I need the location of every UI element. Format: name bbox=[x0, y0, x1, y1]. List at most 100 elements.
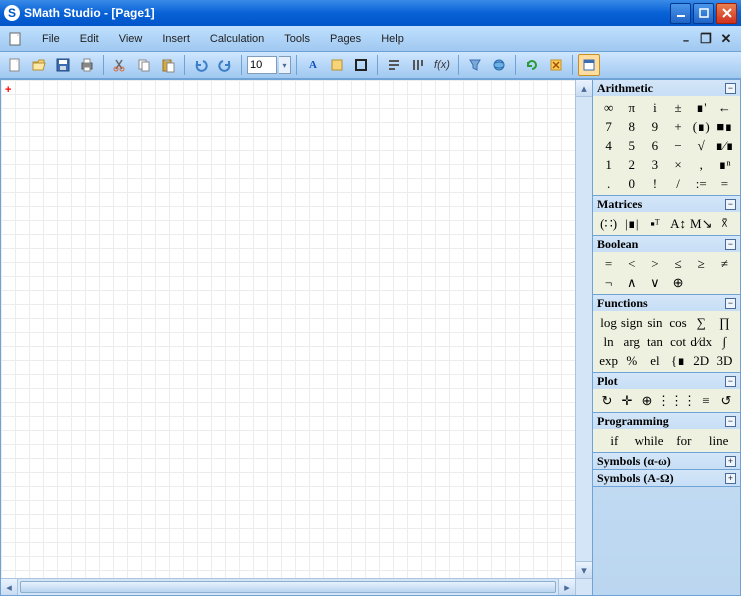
boolean-cell[interactable] bbox=[713, 273, 736, 292]
programming-cell[interactable]: if bbox=[597, 431, 632, 450]
function-button[interactable]: f(x) bbox=[431, 54, 453, 76]
save-button[interactable] bbox=[52, 54, 74, 76]
panel-symbols-lower-toggle[interactable]: + bbox=[725, 456, 736, 467]
paste-button[interactable] bbox=[157, 54, 179, 76]
panel-arithmetic-head[interactable]: Arithmetic − bbox=[593, 80, 740, 96]
cut-button[interactable] bbox=[109, 54, 131, 76]
boolean-cell[interactable]: < bbox=[620, 254, 643, 273]
align-button[interactable] bbox=[383, 54, 405, 76]
functions-cell[interactable]: sin bbox=[643, 313, 666, 332]
programming-cell[interactable]: while bbox=[632, 431, 667, 450]
arithmetic-cell[interactable]: ± bbox=[666, 98, 689, 117]
functions-cell[interactable]: exp bbox=[597, 351, 620, 370]
arithmetic-cell[interactable]: 3 bbox=[643, 155, 666, 174]
panel-symbols-upper-toggle[interactable]: + bbox=[725, 473, 736, 484]
arithmetic-cell[interactable]: ∎' bbox=[690, 98, 713, 117]
boolean-cell[interactable]: ≤ bbox=[666, 254, 689, 273]
panel-arithmetic-toggle[interactable]: − bbox=[725, 83, 736, 94]
boolean-cell[interactable]: ≥ bbox=[690, 254, 713, 273]
panel-matrices-toggle[interactable]: − bbox=[725, 199, 736, 210]
horizontal-scrollbar[interactable]: ◂ ▸ bbox=[1, 578, 575, 595]
panel-programming-head[interactable]: Programming − bbox=[593, 413, 740, 429]
boolean-cell[interactable]: = bbox=[597, 254, 620, 273]
menu-help[interactable]: Help bbox=[371, 30, 414, 48]
arithmetic-cell[interactable]: 0 bbox=[620, 174, 643, 193]
plot-cell[interactable]: ↻ bbox=[597, 391, 617, 410]
fillcolor-button[interactable] bbox=[326, 54, 348, 76]
functions-cell[interactable]: arg bbox=[620, 332, 643, 351]
print-button[interactable] bbox=[76, 54, 98, 76]
vertical-scrollbar[interactable]: ▴ ▾ bbox=[575, 80, 592, 578]
arithmetic-cell[interactable]: ∎⁄∎ bbox=[713, 136, 736, 155]
fontsize-dropdown[interactable]: ▾ bbox=[279, 56, 291, 74]
scroll-track[interactable] bbox=[18, 579, 558, 595]
functions-cell[interactable]: log bbox=[597, 313, 620, 332]
scroll-up-button[interactable]: ▴ bbox=[576, 80, 592, 97]
arithmetic-cell[interactable]: √ bbox=[690, 136, 713, 155]
boolean-cell[interactable]: ∧ bbox=[620, 273, 643, 292]
matrices-cell[interactable]: M↘ bbox=[690, 214, 713, 233]
arithmetic-cell[interactable]: / bbox=[666, 174, 689, 193]
menu-insert[interactable]: Insert bbox=[152, 30, 200, 48]
bordercolor-button[interactable] bbox=[350, 54, 372, 76]
plot-cell[interactable]: ✛ bbox=[617, 391, 637, 410]
boolean-cell[interactable]: ¬ bbox=[597, 273, 620, 292]
undo-button[interactable] bbox=[190, 54, 212, 76]
functions-cell[interactable]: ln bbox=[597, 332, 620, 351]
panel-plot-head[interactable]: Plot − bbox=[593, 373, 740, 389]
arithmetic-cell[interactable]: ∞ bbox=[597, 98, 620, 117]
functions-cell[interactable]: ∏ bbox=[713, 313, 736, 332]
arithmetic-cell[interactable]: ! bbox=[643, 174, 666, 193]
arithmetic-cell[interactable]: 6 bbox=[643, 136, 666, 155]
arithmetic-cell[interactable]: ■∎ bbox=[713, 117, 736, 136]
copy-button[interactable] bbox=[133, 54, 155, 76]
panel-boolean-head[interactable]: Boolean − bbox=[593, 236, 740, 252]
plot-cell[interactable]: ⋮⋮⋮ bbox=[657, 391, 696, 410]
arithmetic-cell[interactable]: × bbox=[666, 155, 689, 174]
functions-cell[interactable]: tan bbox=[643, 332, 666, 351]
panel-functions-toggle[interactable]: − bbox=[725, 298, 736, 309]
functions-cell[interactable]: ∫ bbox=[713, 332, 736, 351]
arithmetic-cell[interactable]: − bbox=[666, 136, 689, 155]
canvas[interactable]: + bbox=[1, 80, 575, 578]
panel-boolean-toggle[interactable]: − bbox=[725, 239, 736, 250]
boolean-cell[interactable] bbox=[690, 273, 713, 292]
arithmetic-cell[interactable]: (∎) bbox=[690, 117, 713, 136]
plot-cell[interactable]: ⊕ bbox=[637, 391, 657, 410]
arithmetic-cell[interactable]: 2 bbox=[620, 155, 643, 174]
functions-cell[interactable]: {∎ bbox=[666, 351, 689, 370]
arithmetic-cell[interactable]: = bbox=[713, 174, 736, 193]
mdi-minimize-button[interactable]: ﹣ bbox=[677, 31, 695, 47]
functions-cell[interactable]: cot bbox=[666, 332, 689, 351]
functions-cell[interactable]: sign bbox=[620, 313, 643, 332]
plot-cell[interactable]: ↺ bbox=[716, 391, 736, 410]
panel-plot-toggle[interactable]: − bbox=[725, 376, 736, 387]
arithmetic-cell[interactable]: + bbox=[666, 117, 689, 136]
functions-cell[interactable]: % bbox=[620, 351, 643, 370]
arithmetic-cell[interactable]: i bbox=[643, 98, 666, 117]
arithmetic-cell[interactable]: 1 bbox=[597, 155, 620, 174]
arithmetic-cell[interactable]: 5 bbox=[620, 136, 643, 155]
panel-programming-toggle[interactable]: − bbox=[725, 416, 736, 427]
align2-button[interactable] bbox=[407, 54, 429, 76]
matrices-cell[interactable]: ▪ᵀ bbox=[643, 214, 666, 233]
programming-cell[interactable]: line bbox=[701, 431, 736, 450]
mdi-restore-button[interactable]: ❐ bbox=[697, 31, 715, 47]
boolean-cell[interactable]: > bbox=[643, 254, 666, 273]
boolean-cell[interactable]: ∨ bbox=[643, 273, 666, 292]
scroll-down-button[interactable]: ▾ bbox=[576, 561, 592, 578]
arithmetic-cell[interactable]: ← bbox=[713, 98, 736, 117]
panel-symbols-upper-head[interactable]: Symbols (Α-Ω) + bbox=[593, 470, 740, 486]
functions-cell[interactable]: ∑ bbox=[690, 313, 713, 332]
boolean-cell[interactable]: ≠ bbox=[713, 254, 736, 273]
functions-cell[interactable]: el bbox=[643, 351, 666, 370]
open-button[interactable] bbox=[28, 54, 50, 76]
mdi-close-button[interactable]: ✕ bbox=[717, 31, 735, 47]
arithmetic-cell[interactable]: 8 bbox=[620, 117, 643, 136]
scroll-right-button[interactable]: ▸ bbox=[558, 579, 575, 595]
menu-file[interactable]: File bbox=[32, 30, 70, 48]
recalc-button[interactable] bbox=[521, 54, 543, 76]
arithmetic-cell[interactable]: 9 bbox=[643, 117, 666, 136]
arithmetic-cell[interactable]: ∎ⁿ bbox=[713, 155, 736, 174]
close-button[interactable] bbox=[716, 3, 737, 24]
